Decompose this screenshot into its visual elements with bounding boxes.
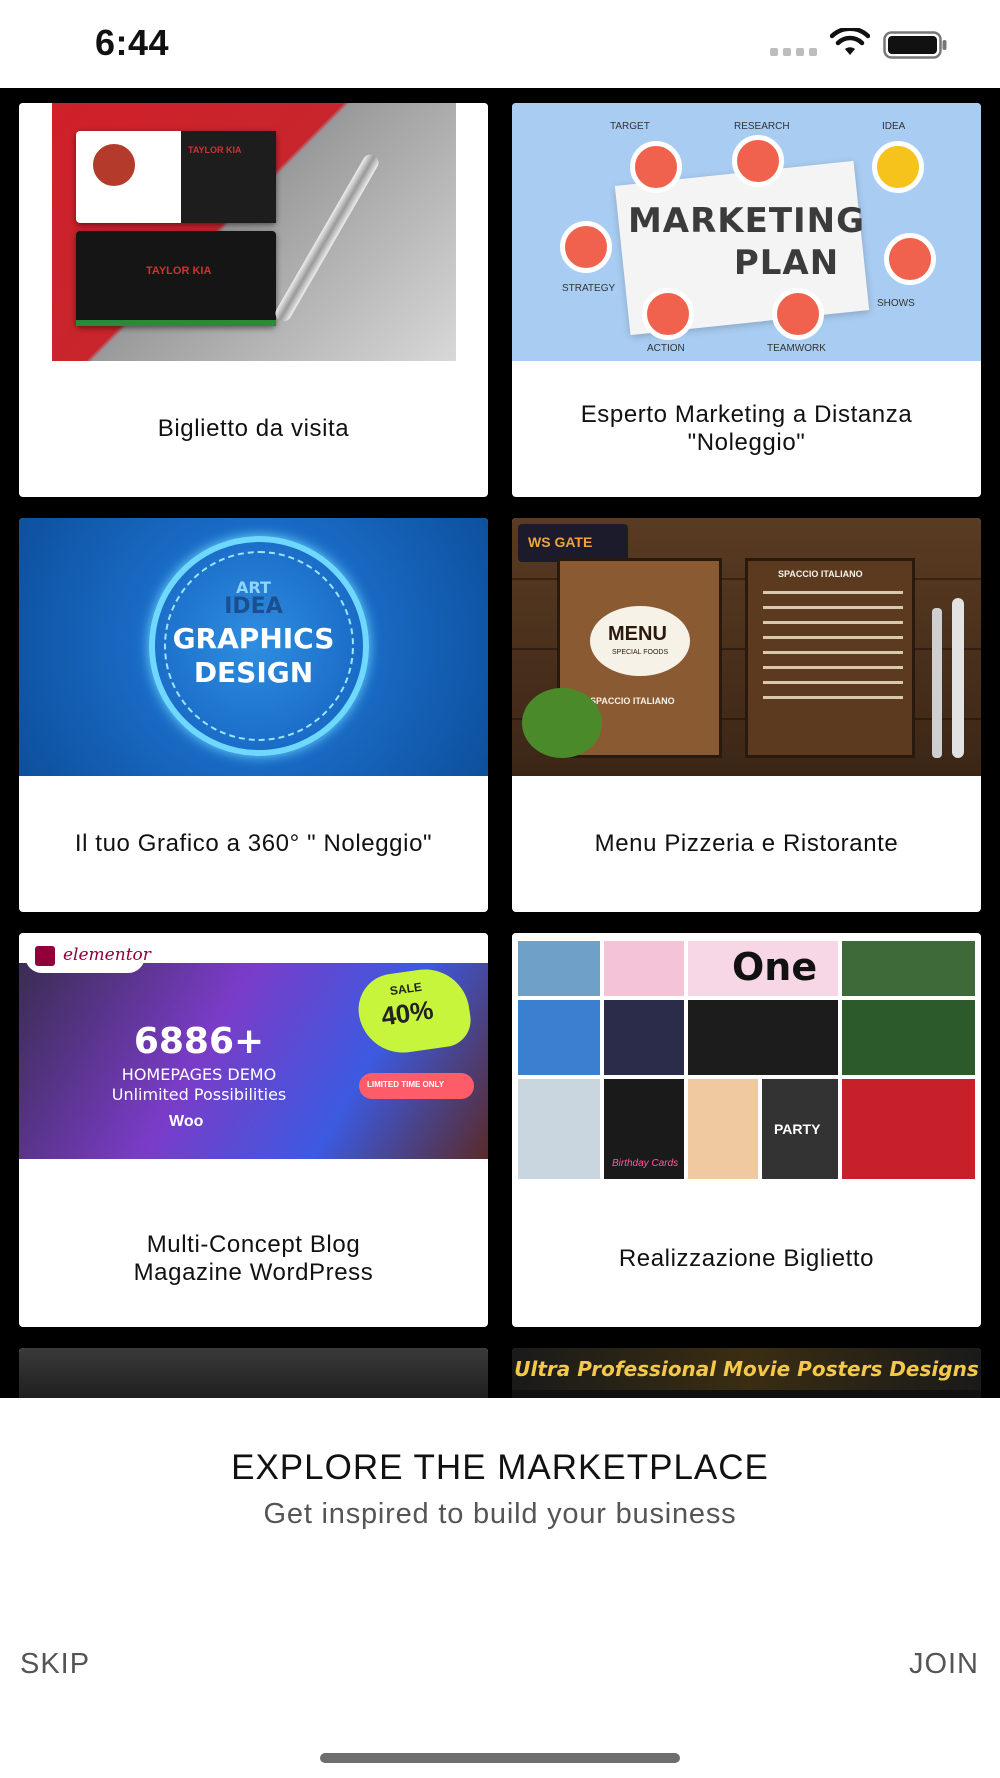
- thumb-text: Woo: [169, 1113, 204, 1130]
- thumb-text: IDEA: [224, 594, 283, 619]
- marketplace-grid[interactable]: TAYLOR KIA TAYLOR KIA Biglietto da visit…: [0, 88, 1000, 1398]
- thumb-text: MENU: [608, 623, 667, 645]
- thumb-text: PARTY: [774, 1121, 821, 1137]
- thumb-text: DESIGN: [193, 656, 314, 689]
- thumb-text: SPACCIO ITALIANO: [778, 569, 863, 579]
- card-thumbnail: [19, 1348, 488, 1398]
- thumb-text: Ultra Professional Movie Posters Designs: [512, 1348, 981, 1390]
- thumb-text: WS GATE: [528, 534, 593, 550]
- marketplace-card[interactable]: ART IDEA GRAPHICS DESIGN Il tuo Grafico …: [19, 518, 488, 912]
- thumb-text: IDEA: [882, 121, 906, 132]
- onboarding-panel: EXPLORE THE MARKETPLACE Get inspired to …: [0, 1398, 1000, 1778]
- marketplace-card[interactable]: MARKETING PLAN TARGET RESEARCH IDEA STRA…: [512, 103, 981, 497]
- marketplace-card[interactable]: WS GATE MENU SPECIAL FOODS SPACCIO ITALI…: [512, 518, 981, 912]
- card-title: Multi-Concept Blog Magazine WordPress: [133, 1231, 374, 1286]
- wifi-icon: [830, 28, 870, 55]
- status-time: 6:44: [95, 22, 170, 63]
- card-thumbnail: elementor 6886+ HOMEPAGES DEMO Unlimited…: [19, 933, 488, 1191]
- thumb-text: STRATEGY: [562, 283, 616, 294]
- thumb-text: TAYLOR KIA: [188, 145, 242, 155]
- card-thumbnail: ART IDEA GRAPHICS DESIGN: [19, 518, 488, 776]
- marketplace-card[interactable]: [19, 1348, 488, 1398]
- card-thumbnail: TAYLOR KIA TAYLOR KIA: [19, 103, 488, 361]
- thumb-text: TARGET: [610, 121, 650, 132]
- thumb-text: HOMEPAGES DEMO: [121, 1065, 277, 1084]
- thumb-text: SPECIAL FOODS: [612, 649, 669, 656]
- thumb-text: elementor: [63, 945, 151, 965]
- thumb-text: Unlimited Possibilities: [111, 1085, 287, 1104]
- marketplace-card[interactable]: One Birthday Cards PARTY Realizzazione B…: [512, 933, 981, 1327]
- card-title: Realizzazione Biglietto: [618, 1245, 875, 1272]
- home-indicator[interactable]: [320, 1753, 680, 1763]
- battery-icon: [883, 31, 947, 59]
- thumb-text: TEAMWORK: [767, 343, 826, 354]
- page-headline: EXPLORE THE MARKETPLACE: [231, 1448, 769, 1487]
- thumb-text: Birthday Cards: [612, 1158, 679, 1169]
- marketplace-card[interactable]: Ultra Professional Movie Posters Designs: [512, 1348, 981, 1398]
- thumb-text: SPACCIO ITALIANO: [590, 696, 675, 706]
- thumb-text: One: [732, 945, 818, 989]
- card-title: Menu Pizzeria e Ristorante: [594, 830, 899, 857]
- thumb-text: GRAPHICS: [172, 622, 335, 655]
- page-subheadline: Get inspired to build your business: [263, 1498, 737, 1530]
- thumb-text: 6886+: [133, 1021, 265, 1062]
- thumb-text: RESEARCH: [734, 121, 790, 132]
- thumb-text: TAYLOR KIA: [146, 265, 212, 277]
- thumb-text: ACTION: [647, 343, 685, 354]
- thumb-text: LIMITED TIME ONLY: [367, 1080, 445, 1089]
- card-title: Esperto Marketing a Distanza "Noleggio": [580, 401, 913, 456]
- thumb-text: SHOWS: [877, 298, 915, 309]
- card-title: Biglietto da visita: [157, 415, 350, 442]
- card-thumbnail: MARKETING PLAN TARGET RESEARCH IDEA STRA…: [512, 103, 981, 361]
- card-thumbnail: WS GATE MENU SPECIAL FOODS SPACCIO ITALI…: [512, 518, 981, 776]
- marketplace-card[interactable]: TAYLOR KIA TAYLOR KIA Biglietto da visit…: [19, 103, 488, 497]
- cellular-signal-icon: [770, 48, 817, 56]
- join-button[interactable]: JOIN: [909, 1648, 979, 1681]
- marketplace-card[interactable]: elementor 6886+ HOMEPAGES DEMO Unlimited…: [19, 933, 488, 1327]
- status-bar: 6:44: [0, 0, 1000, 88]
- skip-button[interactable]: SKIP: [20, 1648, 90, 1681]
- card-title: Il tuo Grafico a 360° " Noleggio": [74, 830, 433, 857]
- thumb-text: 40%: [379, 994, 436, 1032]
- card-thumbnail: One Birthday Cards PARTY: [512, 933, 981, 1191]
- card-thumbnail: Ultra Professional Movie Posters Designs: [512, 1348, 981, 1398]
